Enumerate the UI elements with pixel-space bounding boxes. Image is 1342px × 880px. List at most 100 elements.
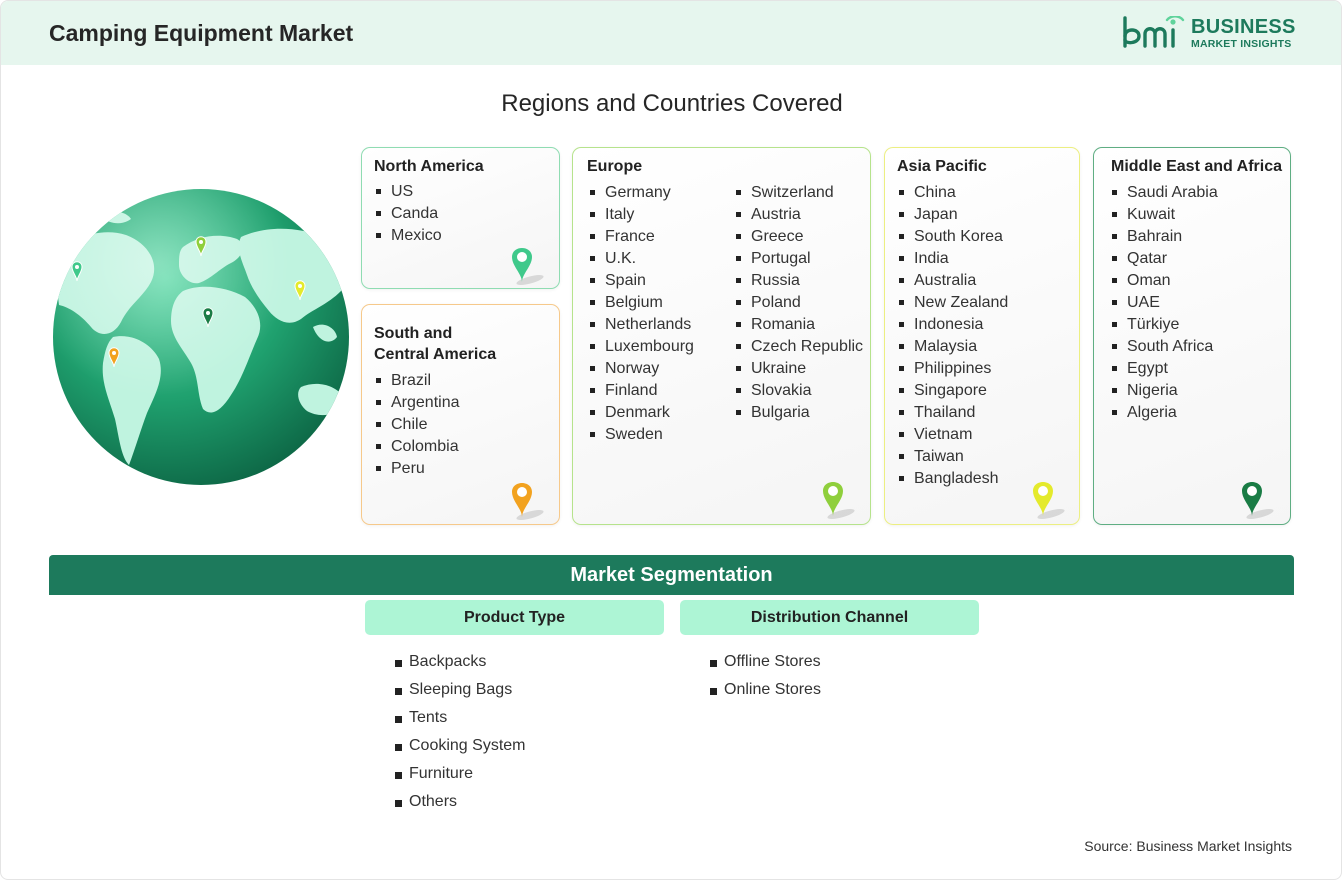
list-item: Argentina — [375, 392, 460, 414]
list-item: Chile — [375, 414, 460, 436]
segmentation-banner: Market Segmentation — [49, 555, 1294, 595]
list-item: Mexico — [375, 225, 442, 247]
list-item: France — [589, 226, 694, 248]
list-item: Philippines — [898, 358, 1008, 380]
list-item: US — [375, 181, 442, 203]
country-list: US Canda Mexico — [375, 181, 442, 247]
list-item: Greece — [735, 226, 863, 248]
list-item: Germany — [589, 182, 694, 204]
region-card-north-america: North America US Canda Mexico — [361, 147, 560, 289]
list-item: U.K. — [589, 248, 694, 270]
list-item: Taiwan — [898, 446, 1008, 468]
list-item: Algeria — [1111, 402, 1218, 424]
list-item: Norway — [589, 358, 694, 380]
list-item: Ukraine — [735, 358, 863, 380]
region-card-europe: Europe Germany Italy France U.K. Spain B… — [572, 147, 871, 525]
list-item: South Africa — [1111, 336, 1218, 358]
list-item: Thailand — [898, 402, 1008, 424]
list-item: Egypt — [1111, 358, 1218, 380]
list-item: Saudi Arabia — [1111, 182, 1218, 204]
list-item: Nigeria — [1111, 380, 1218, 402]
list-item: Tents — [395, 704, 526, 732]
list-item: Bahrain — [1111, 226, 1218, 248]
page-title: Camping Equipment Market — [49, 20, 354, 46]
list-item: Singapore — [898, 380, 1008, 402]
list-item: Spain — [589, 270, 694, 292]
country-list: Saudi Arabia Kuwait Bahrain Qatar Oman U… — [1111, 182, 1218, 424]
list-item: Sleeping Bags — [395, 676, 526, 704]
regions-heading: Regions and Countries Covered — [501, 90, 843, 117]
list-item: Australia — [898, 270, 1008, 292]
country-list-col1: Germany Italy France U.K. Spain Belgium … — [589, 182, 694, 446]
list-item: Romania — [735, 314, 863, 336]
country-list: China Japan South Korea India Australia … — [898, 182, 1008, 490]
list-item: Poland — [735, 292, 863, 314]
location-pin-icon — [512, 483, 544, 520]
list-item: Peru — [375, 458, 460, 480]
list-item: Türkiye — [1111, 314, 1218, 336]
list-item: New Zealand — [898, 292, 1008, 314]
list-item: Kuwait — [1111, 204, 1218, 226]
list-item: Qatar — [1111, 248, 1218, 270]
list-item: Czech Republic — [735, 336, 863, 358]
list-item: India — [898, 248, 1008, 270]
list-item: Finland — [589, 380, 694, 402]
product-type-list: Backpacks Sleeping Bags Tents Cooking Sy… — [395, 648, 526, 816]
country-list-col2: Switzerland Austria Greece Portugal Russ… — [735, 182, 863, 424]
region-title: Europe — [587, 158, 643, 175]
list-item: Portugal — [735, 248, 863, 270]
logo-wordmark: BUSINESS — [1191, 16, 1296, 38]
list-item: Sweden — [589, 424, 694, 446]
location-pin-icon — [1242, 482, 1274, 519]
region-title: North America — [374, 158, 484, 175]
list-item: Bangladesh — [898, 468, 1008, 490]
list-item: Oman — [1111, 270, 1218, 292]
list-item: China — [898, 182, 1008, 204]
list-item: Brazil — [375, 370, 460, 392]
bmi-logo-mark-icon — [1123, 16, 1185, 48]
list-item: Slovakia — [735, 380, 863, 402]
location-pin-icon — [1033, 482, 1065, 519]
location-pin-icon — [512, 248, 544, 285]
globe-illustration — [53, 189, 349, 485]
region-card-middle-east-africa: Middle East and Africa Saudi Arabia Kuwa… — [1093, 147, 1291, 525]
list-item: Malaysia — [898, 336, 1008, 358]
list-item: Denmark — [589, 402, 694, 424]
region-title: South and Central America — [374, 325, 497, 363]
list-item: Japan — [898, 204, 1008, 226]
list-item: South Korea — [898, 226, 1008, 248]
source-note: Source: Business Market Insights — [1084, 838, 1292, 854]
list-item: Cooking System — [395, 732, 526, 760]
region-card-south-central-america: South and Central America Brazil Argenti… — [361, 304, 560, 525]
list-item: Belgium — [589, 292, 694, 314]
list-item: Canda — [375, 203, 442, 225]
list-item: Italy — [589, 204, 694, 226]
list-item: Indonesia — [898, 314, 1008, 336]
location-pin-icon — [823, 482, 855, 519]
list-item: Backpacks — [395, 648, 526, 676]
list-item: Colombia — [375, 436, 460, 458]
infographic-frame: Camping Equipment Market BUSINESS MARKET… — [0, 0, 1342, 880]
header-bar: Camping Equipment Market BUSINESS MARKET… — [1, 1, 1341, 65]
list-item: Online Stores — [710, 676, 821, 704]
list-item: Bulgaria — [735, 402, 863, 424]
list-item: Netherlands — [589, 314, 694, 336]
list-item: Luxembourg — [589, 336, 694, 358]
list-item: Russia — [735, 270, 863, 292]
segment-heading-product-type: Product Type — [365, 600, 664, 635]
list-item: Others — [395, 788, 526, 816]
region-title: Middle East and Africa — [1111, 158, 1282, 175]
brand-logo: BUSINESS MARKET INSIGHTS — [1121, 16, 1297, 52]
segment-heading-distribution-channel: Distribution Channel — [680, 600, 979, 635]
region-card-asia-pacific: Asia Pacific China Japan South Korea Ind… — [884, 147, 1080, 525]
list-item: UAE — [1111, 292, 1218, 314]
country-list: Brazil Argentina Chile Colombia Peru — [375, 370, 460, 480]
list-item: Offline Stores — [710, 648, 821, 676]
list-item: Austria — [735, 204, 863, 226]
list-item: Furniture — [395, 760, 526, 788]
logo-subtitle: MARKET INSIGHTS — [1191, 38, 1292, 50]
list-item: Vietnam — [898, 424, 1008, 446]
region-title: Asia Pacific — [897, 158, 987, 175]
list-item: Switzerland — [735, 182, 863, 204]
distribution-channel-list: Offline Stores Online Stores — [710, 648, 821, 704]
